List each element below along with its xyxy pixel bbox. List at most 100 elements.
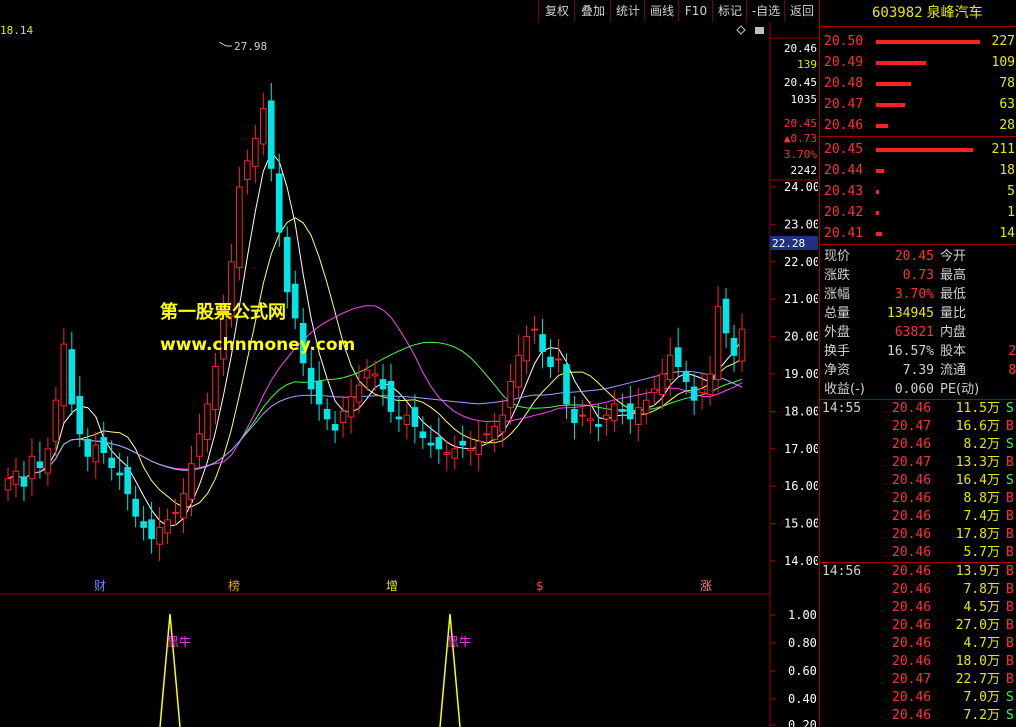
info-label-2: 最高 xyxy=(940,268,967,283)
candle-body xyxy=(212,366,219,411)
overlay-button[interactable]: 叠加 xyxy=(574,0,611,22)
ask-row[interactable]: 20.49 109 xyxy=(820,52,1016,73)
mark-button[interactable]: 标记 xyxy=(712,0,747,22)
candle-body xyxy=(658,373,666,396)
ask-volume: 109 xyxy=(991,55,1015,70)
candle-body xyxy=(387,380,395,412)
tick-volume: 16.6万 xyxy=(955,419,1000,434)
candle-body xyxy=(339,410,347,424)
ma-line-20 xyxy=(7,305,743,480)
ask-row[interactable]: 20.46 28 xyxy=(820,115,1016,136)
tick-price: 20.46 xyxy=(892,618,932,633)
event-marker-increase[interactable]: 增 xyxy=(386,579,398,593)
bid-row[interactable]: 20.44 18 xyxy=(820,160,1016,181)
candle-body xyxy=(164,519,171,534)
ask-row[interactable]: 20.47 63 xyxy=(820,94,1016,115)
ask-row[interactable]: 20.50 227 xyxy=(820,31,1016,52)
current-price-tag: 22.28 xyxy=(772,237,805,250)
candle-body xyxy=(619,409,626,412)
tick-price: 20.46 xyxy=(892,564,932,579)
bid-row[interactable]: 20.41 14 xyxy=(820,223,1016,244)
candle-body xyxy=(611,403,618,422)
candle-body xyxy=(148,519,155,540)
indicator-axis-ticks: 1.00 0.80 0.60 0.40 0.20 xyxy=(770,608,817,727)
event-marker-rise[interactable]: 涨 xyxy=(700,578,712,593)
candle-body xyxy=(603,414,610,420)
bid-volume-bar xyxy=(876,190,879,194)
ask-volume-bar xyxy=(876,61,926,65)
candle-body xyxy=(291,283,299,319)
axis-value: 2242 xyxy=(791,164,818,177)
candle-body xyxy=(156,526,163,545)
bid-volume: 14 xyxy=(999,226,1015,241)
tick-row: 20.46 7.8万 B xyxy=(820,581,1016,599)
peak-pointer-icon xyxy=(218,41,232,47)
info-label: 净资 xyxy=(824,363,851,378)
bid-volume: 5 xyxy=(1007,184,1015,199)
peak-price-label: 27.98 xyxy=(234,40,267,53)
tick-side: S xyxy=(1006,708,1014,723)
tick-price: 20.46 xyxy=(892,491,932,506)
candle-body xyxy=(435,437,443,450)
info-value: 16.57% xyxy=(887,344,934,359)
candle-body xyxy=(116,472,123,476)
add-watchlist-button[interactable]: -自选 xyxy=(746,0,785,22)
indicator-tick-label: 0.20 xyxy=(788,718,817,727)
candle-body xyxy=(395,416,403,420)
event-marker-ranking[interactable]: 榜 xyxy=(228,578,240,593)
f10-button[interactable]: F10 xyxy=(678,0,713,22)
axis-tick-label: 15.00 xyxy=(784,517,818,531)
candle-body xyxy=(252,137,259,167)
info-label: 现价 xyxy=(824,249,851,264)
info-row: 现价 20.45 今开 1 xyxy=(820,247,1016,266)
bid-book: 20.45 211 20.44 18 20.43 5 20.42 1 20.41… xyxy=(820,137,1016,244)
info-value-2: 1 xyxy=(984,285,1016,304)
adjust-rights-button[interactable]: 复权 xyxy=(538,0,575,22)
candle-body xyxy=(443,452,451,455)
kline-chart-area[interactable]: 24.00 23.00 22.00 21.00 20.00 19.00 18.00 17.00… xyxy=(0,22,818,727)
axis-tick-label: 21.00 xyxy=(784,292,818,306)
event-marker-finance[interactable]: 财 xyxy=(94,579,106,593)
ask-row[interactable]: 20.48 78 xyxy=(820,73,1016,94)
candle-body xyxy=(68,349,76,405)
ask-price: 20.49 xyxy=(824,55,864,70)
ask-volume: 63 xyxy=(999,97,1015,112)
bid-row[interactable]: 20.43 5 xyxy=(820,181,1016,202)
info-label: 换手 xyxy=(824,344,851,359)
candle-body xyxy=(140,521,147,528)
statistics-button[interactable]: 统计 xyxy=(610,0,645,22)
ask-volume: 28 xyxy=(999,118,1015,133)
bid-price: 20.41 xyxy=(824,226,864,241)
axis-value: 1035 xyxy=(791,93,818,106)
candle-body xyxy=(483,433,490,436)
indicator-signal-label: 黑牛 xyxy=(447,634,471,649)
window-square-icon[interactable] xyxy=(755,27,764,34)
info-value: 20.45 xyxy=(894,249,934,264)
info-label: 外盘 xyxy=(824,325,851,340)
candle-body xyxy=(403,414,411,425)
candle-body xyxy=(283,236,291,293)
candle-body xyxy=(674,347,682,368)
kline-chart[interactable]: 24.00 23.00 22.00 21.00 20.00 19.00 18.00 17.00… xyxy=(0,22,818,727)
info-label-2: 内盘 xyxy=(940,325,967,340)
tick-side: B xyxy=(1006,455,1014,470)
axis-tick-label: 22.00 xyxy=(784,255,818,269)
tick-row: 20.46 8.8万 B xyxy=(820,490,1016,508)
tick-time: 14:56 xyxy=(822,564,862,579)
candle-body xyxy=(451,448,459,459)
draw-line-button[interactable]: 画线 xyxy=(644,0,679,22)
axis-value: 3.70% xyxy=(784,148,817,161)
event-marker-dividend[interactable]: $ xyxy=(536,579,544,593)
back-button[interactable]: 返回 xyxy=(784,0,819,22)
tick-volume: 7.0万 xyxy=(963,690,1000,705)
diamond-icon[interactable] xyxy=(736,25,746,35)
bid-row[interactable]: 20.45 211 xyxy=(820,139,1016,160)
tick-row: 20.46 4.7万 B xyxy=(820,635,1016,653)
candle-body xyxy=(100,437,108,454)
tick-price: 20.46 xyxy=(892,437,932,452)
quote-info: 现价 20.45 今开 1 涨跌 0.73 最高 2 涨幅 3.70% 最低 1… xyxy=(820,244,1016,399)
bid-row[interactable]: 20.42 1 xyxy=(820,202,1016,223)
tick-volume: 5.7万 xyxy=(963,545,1000,560)
info-value-2: 1 xyxy=(984,247,1016,266)
info-value: 63821 xyxy=(894,325,934,340)
